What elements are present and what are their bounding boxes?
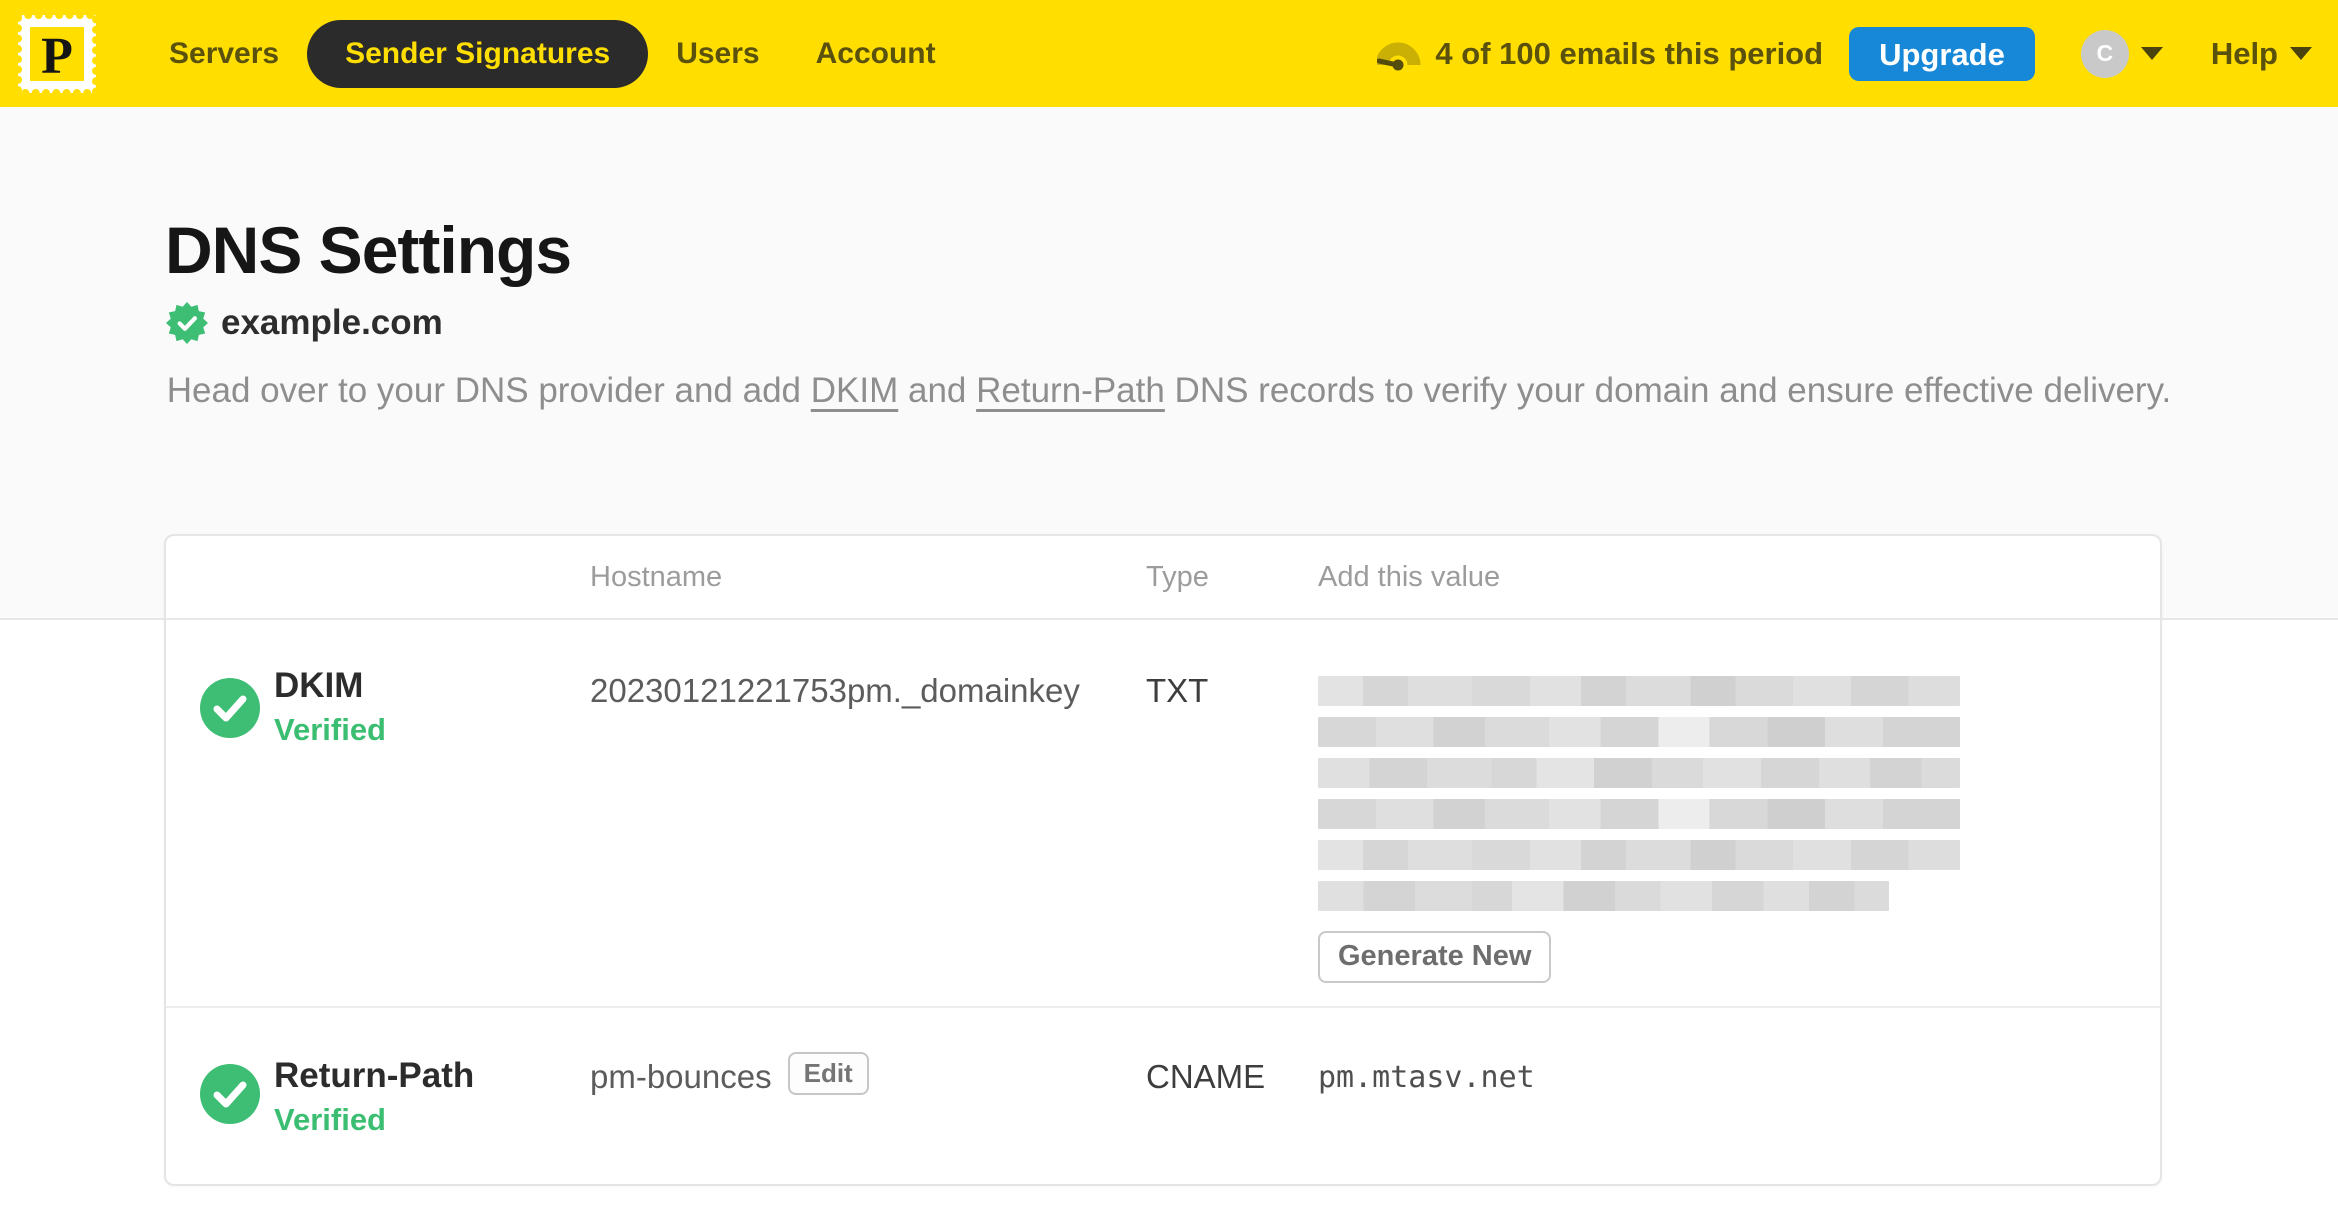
dkim-link[interactable]: DKIM [811,371,899,410]
column-header-hostname: Hostname [590,560,723,593]
status-badge: Verified [274,712,386,747]
column-header-value: Add this value [1318,560,1501,593]
intro-paragraph: Head over to your DNS provider and add D… [0,366,2338,415]
top-nav-bar: P Servers Sender Signatures Users Accoun… [0,0,2338,107]
domain-row: example.com [166,302,443,344]
redacted-bar [1318,676,1960,706]
redacted-value-bars [1318,676,1960,911]
record-hostname: pm-bounces [590,1058,772,1095]
help-menu[interactable]: Help [2211,36,2312,72]
nav-item-account[interactable]: Account [788,20,964,88]
record-type: CNAME [1146,1058,1266,1095]
edit-button[interactable]: Edit [787,1052,869,1095]
page-title: DNS Settings [165,213,572,287]
column-header-type: Type [1146,560,1209,593]
dns-records-card: Hostname Type Add this value DKIM Verifi… [164,534,2162,1186]
verified-seal-icon [166,302,208,344]
svg-text:P: P [41,28,73,85]
nav-item-users[interactable]: Users [648,20,787,88]
intro-lead: Head over to your DNS provider and add [166,371,811,410]
record-name: Return-Path [274,1056,475,1095]
record-value: pm.mtasv.net [1318,1060,1535,1095]
redacted-bar [1318,881,1890,911]
nav-item-sender-signatures[interactable]: Sender Signatures [307,19,649,88]
table-row-dkim: DKIM Verified 20230121221753pm._domainke… [166,620,2160,1008]
table-header-row: Hostname Type Add this value [166,536,2160,620]
intro-middle: and [898,371,977,410]
dns-settings-page: P Servers Sender Signatures Users Accoun… [0,0,2338,1222]
record-type: TXT [1146,672,1209,709]
nav-item-servers[interactable]: Servers [141,20,307,88]
upgrade-button[interactable]: Upgrade [1849,26,2035,81]
usage-counter-text: 4 of 100 emails this period [1435,35,1824,71]
return-path-link[interactable]: Return-Path [976,371,1165,410]
usage-gauge-icon [1377,42,1421,70]
check-circle-icon [200,678,260,738]
domain-name: example.com [221,303,443,342]
generate-new-button[interactable]: Generate New [1318,931,1552,983]
nav-right-cluster: 4 of 100 emails this period Upgrade C He… [1377,26,2312,81]
primary-nav-links: Servers Sender Signatures Users Account [141,19,964,88]
redacted-bar [1318,840,1960,870]
postmark-stamp-logo-icon[interactable]: P [15,11,99,96]
chevron-down-icon [2290,47,2312,60]
intro-tail: DNS records to verify your domain and en… [1164,371,2172,410]
record-hostname: 20230121221753pm._domainkey [590,672,1080,709]
redacted-bar [1318,758,1960,788]
help-label: Help [2210,35,2278,71]
account-menu[interactable]: C [2080,29,2163,78]
record-name: DKIM [274,666,364,705]
redacted-bar [1318,717,1960,747]
redacted-bar [1318,799,1960,829]
chevron-down-icon [2140,47,2163,60]
status-badge: Verified [274,1102,386,1137]
avatar[interactable]: C [2080,29,2129,78]
check-circle-icon [200,1064,260,1124]
table-row-return-path: Return-Path Verified pm-bounces Edit CNA… [166,1008,2160,1182]
